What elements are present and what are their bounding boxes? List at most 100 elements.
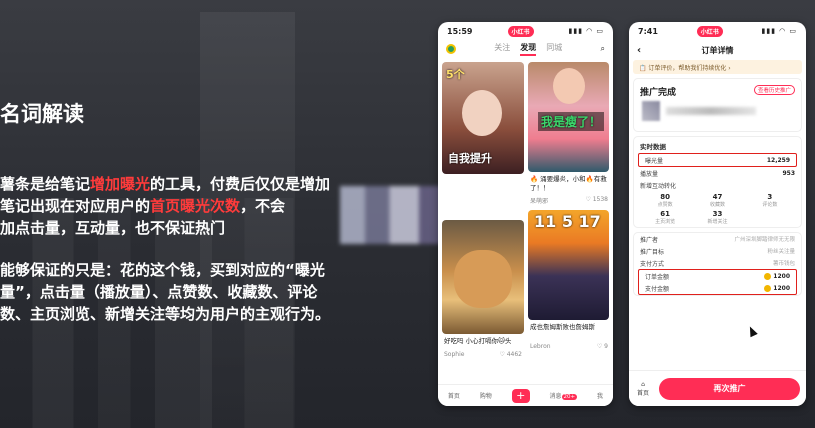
- feed-card[interactable]: 5个 自我提升: [442, 62, 524, 174]
- card-likes[interactable]: ♡ 1538: [585, 196, 608, 205]
- stat-num: 80: [660, 193, 671, 201]
- message-badge: 20+: [561, 394, 578, 400]
- play-label: 播放量: [640, 170, 659, 178]
- order-amount-value: 1200: [764, 272, 790, 280]
- p2-text: 能够保证的只是：花的这个钱，买到对应的“曝光: [0, 261, 325, 279]
- card-meta: Lebron ♡ 9: [530, 343, 608, 350]
- card-likes[interactable]: ♡ 9: [597, 343, 608, 350]
- search-icon[interactable]: ⌕: [601, 44, 605, 54]
- amount-highlight-box: 订单金额 1200 支付金额 1200: [638, 269, 797, 295]
- history-button[interactable]: 查看历史推广: [753, 85, 795, 95]
- promote-again-button[interactable]: 再次推广: [659, 377, 800, 400]
- target-value: 粉丝关注量: [767, 249, 795, 255]
- tab-discover[interactable]: 发现: [520, 42, 537, 56]
- stat-num: 47: [712, 193, 723, 201]
- p1-text: 加点击量，互动量，也不保证热门: [0, 219, 226, 237]
- app-pill: 小红书: [507, 25, 534, 37]
- stat-label: 新增关注: [707, 219, 728, 225]
- signal-icons: ▮▮▮ ◠ ▭: [568, 27, 604, 35]
- stat-label: 主页浏览: [655, 219, 676, 225]
- order-info-panel: 推广者 广州深圳脚踏律师无无限 推广目标 粉丝关注量 支付方式 薯币钱包 订单金…: [633, 232, 802, 296]
- card-likes[interactable]: ♡ 4462: [499, 351, 522, 358]
- feed-card[interactable]: 我是瘦了！: [528, 62, 609, 172]
- coin-icon: [764, 272, 772, 280]
- order-amount-row: 订单金额 1200: [639, 270, 796, 282]
- payment-method-label: 支付方式: [640, 260, 665, 268]
- card-overlay-text: 自我提升: [448, 152, 492, 165]
- card-author: Lebron: [530, 343, 551, 350]
- stat-label: 评论数: [762, 202, 778, 208]
- feed-card[interactable]: [442, 220, 524, 334]
- card-image: [454, 250, 512, 308]
- coin-icon: [764, 284, 772, 292]
- nav-home[interactable]: 首页: [448, 391, 460, 400]
- nav-me[interactable]: 我: [597, 391, 603, 400]
- status-bar: 7:41 小红书 ▮▮▮ ◠ ▭: [629, 22, 806, 40]
- promo-panel: 推广完成 查看历史推广: [633, 78, 802, 132]
- play-value: 953: [782, 169, 795, 177]
- stat-label: 点赞数: [657, 202, 673, 208]
- nav-messages[interactable]: 消息 20+: [550, 391, 578, 400]
- card-caption[interactable]: 🔥 涌要爆炎，小和🔥有救了！！: [530, 175, 610, 193]
- interaction-label: 新增互动转化: [640, 182, 677, 190]
- p1-text: 薯条是给笔记: [0, 175, 91, 193]
- exposure-row: 曝光量 12,259: [639, 154, 796, 166]
- order-amount-label: 订单金额: [645, 273, 670, 281]
- home-icon: ⌂: [641, 380, 645, 388]
- feed-top-nav: 关注 发现 同城 ⌕: [438, 40, 613, 58]
- p1-text: 笔记出现在对应用户的: [0, 197, 151, 215]
- stat-num: 61: [660, 210, 671, 218]
- stat-item: 47 收藏数: [692, 193, 742, 208]
- slide-title: 名词解读: [0, 102, 84, 126]
- card-caption[interactable]: 成也詹姆斯败也詹姆斯: [530, 323, 610, 332]
- interaction-header: 新增互动转化: [634, 179, 801, 191]
- home-label: 首页: [636, 389, 649, 397]
- nav-plus-button[interactable]: +: [511, 388, 530, 403]
- card-overlay-text: 我是瘦了！: [538, 112, 605, 131]
- card-caption[interactable]: 好吃吗 小心打嗝你🐱头: [444, 337, 511, 346]
- order-amount-number: 1200: [773, 272, 790, 280]
- stat-item: 80 点赞数: [640, 193, 690, 208]
- status-bar: 15:59 小红书 ▮▮▮ ◠ ▭: [438, 22, 613, 40]
- blurred-thumbnail: [642, 101, 660, 121]
- exposure-value: 12,259: [766, 156, 790, 164]
- target-row: 推广目标 粉丝关注量: [634, 245, 801, 257]
- paid-amount-row: 支付金额 1200: [639, 282, 796, 294]
- exposure-label: 曝光量: [645, 157, 664, 165]
- paid-amount-label: 支付金额: [645, 285, 670, 293]
- app-pill: 小红书: [696, 25, 723, 37]
- signal-icons: ▮▮▮ ◠ ▭: [761, 27, 797, 35]
- nav-shop[interactable]: 购物: [480, 391, 492, 400]
- card-author: Sophie: [444, 351, 465, 358]
- order-bottom-bar: ⌂ 首页 再次推广: [629, 370, 806, 406]
- card-overlay-text: 11 5 17: [534, 212, 601, 231]
- feed-card[interactable]: 11 5 17: [528, 210, 609, 320]
- paid-amount-number: 1200: [773, 284, 790, 292]
- realtime-panel: 实时数据 曝光量 12,259 播放量 953 新增互动转化 80 点赞数 47 收…: [633, 136, 802, 228]
- home-button[interactable]: ⌂ 首页: [635, 381, 651, 397]
- p1-text: ，不会: [240, 197, 286, 215]
- play-row: 播放量 953: [634, 167, 801, 179]
- logo-icon[interactable]: [446, 44, 456, 54]
- p2-text: 数、主页浏览、新增关注等均为用户的主观行为。: [0, 305, 331, 323]
- p1-highlight: 首页曝光次数: [150, 197, 241, 215]
- status-time: 15:59: [447, 26, 473, 36]
- stat-item: 3 评论数: [745, 193, 795, 208]
- review-notice[interactable]: 📋 订单评价，帮助我们持续优化 ›: [633, 60, 802, 74]
- bottom-nav: 首页 购物 + 消息 20+ 我: [438, 384, 613, 406]
- target-label: 推广目标: [640, 248, 665, 256]
- phone-feed-screenshot: 15:59 小红书 ▮▮▮ ◠ ▭ 关注 发现 同城 ⌕ 5个 自我提升 我是瘦…: [438, 22, 613, 406]
- phone-order-details-screenshot: 7:41 小红书 ▮▮▮ ◠ ▭ ‹ 订单详情 📋 订单评价，帮助我们持续优化 …: [629, 22, 806, 406]
- feed-grid: 5个 自我提升 我是瘦了！ 🔥 涌要爆炎，小和🔥有救了！！ 呆萌邪 ♡ 1538…: [438, 58, 613, 366]
- paragraph-2: 能够保证的只是：花的这个钱，买到对应的“曝光 量”，点击量（播放量）、点赞数、收…: [0, 259, 330, 325]
- blurred-note-title: [666, 107, 756, 115]
- tab-follow[interactable]: 关注: [494, 42, 510, 56]
- promoter-value: 广州深圳脚踏律师无无限: [734, 237, 795, 243]
- stat-num: 3: [767, 193, 773, 201]
- card-overlay-text: 5个: [446, 68, 465, 81]
- stat-num: 33: [712, 210, 723, 218]
- tab-local[interactable]: 同城: [546, 42, 562, 56]
- back-icon[interactable]: ‹: [637, 45, 641, 56]
- p1-text: 的工具，付费后仅仅是增加: [150, 175, 331, 193]
- promoter-row: 推广者 广州深圳脚踏律师无无限: [634, 233, 801, 245]
